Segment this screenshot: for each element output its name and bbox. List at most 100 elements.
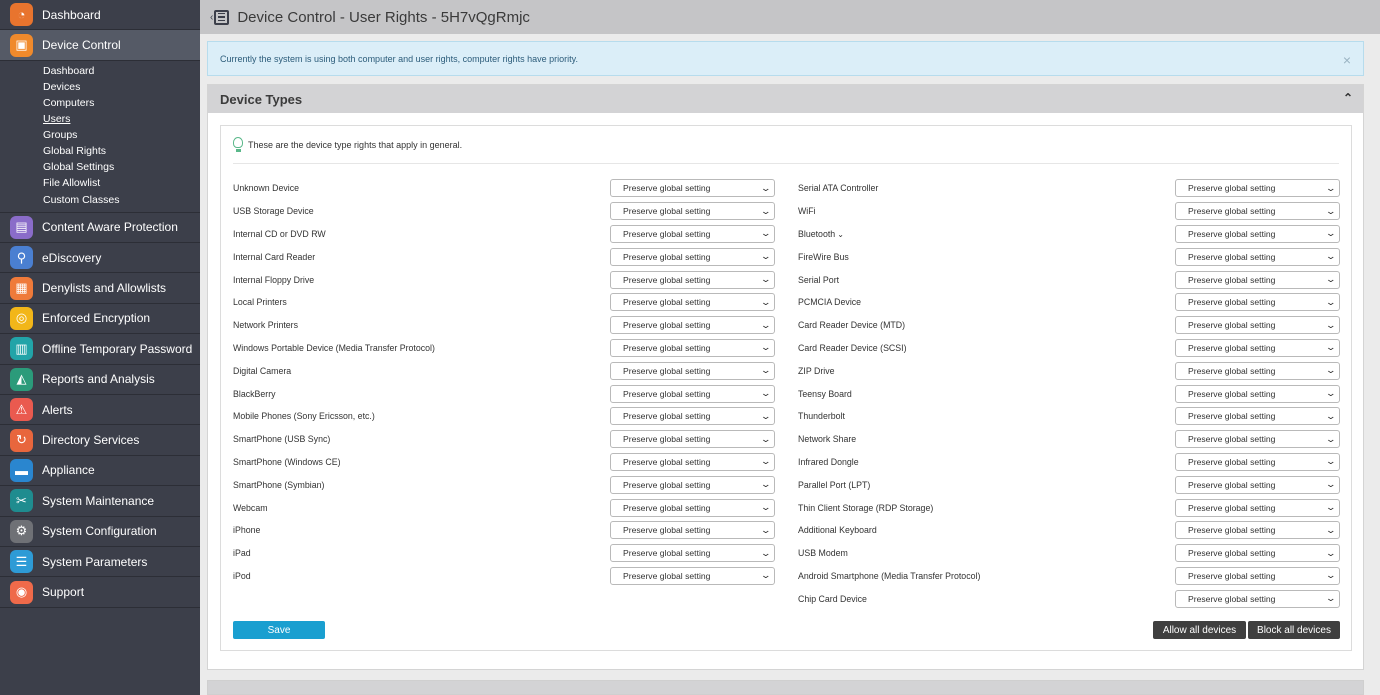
rights-select[interactable]: Preserve global setting ⌄ [610, 407, 775, 426]
rights-select[interactable]: Preserve global setting ⌄ [610, 566, 775, 585]
sidebar-item-device-control[interactable]: ▣ Device Control [0, 30, 200, 61]
chevron-down-icon: ⌄ [1325, 319, 1337, 330]
rights-select[interactable]: Preserve global setting ⌄ [1175, 202, 1340, 221]
rights-select[interactable]: Preserve global setting ⌄ [610, 179, 775, 198]
allow-all-devices-button[interactable]: Allow all devices [1153, 621, 1246, 639]
sidebar-item-denylists[interactable]: ▦ Denylists and Allowlists [0, 273, 200, 304]
device-control-submenu: Dashboard Devices Computers Users Groups Glob… [0, 61, 200, 213]
rights-select[interactable]: Preserve global setting ⌄ [610, 224, 775, 243]
submenu-item-custom-classes[interactable]: Custom Classes [0, 192, 200, 208]
rights-select[interactable]: Preserve global setting ⌄ [1175, 270, 1340, 289]
chevron-down-icon: ⌄ [1325, 433, 1337, 444]
rights-select[interactable]: Preserve global setting ⌄ [610, 247, 775, 266]
sidebar-collapse-button[interactable]: ‹ [210, 9, 230, 25]
rights-select[interactable]: Preserve global setting ⌄ [1175, 293, 1340, 312]
rights-select[interactable]: Preserve global setting ⌄ [1175, 247, 1340, 266]
configuration-icon: ⚙ [10, 519, 33, 543]
sidebar-item-content-aware[interactable]: ▤ Content Aware Protection [0, 213, 200, 244]
device-row: Chip Card Device Preserve global setting ⌄ [798, 587, 1340, 610]
rights-select[interactable]: Preserve global setting ⌄ [1175, 361, 1340, 380]
rights-select-value: Preserve global setting [1188, 525, 1276, 536]
encryption-icon: ◎ [10, 306, 33, 330]
rights-select[interactable]: Preserve global setting ⌄ [610, 498, 775, 517]
rights-select[interactable]: Preserve global setting ⌄ [1175, 407, 1340, 426]
collapse-up-icon[interactable]: ⌃ [1343, 91, 1353, 105]
device-row: Mobile Phones (Sony Ericsson, etc.) Prese… [233, 405, 775, 428]
device-row: Webcam Preserve global setting ⌄ [233, 496, 775, 519]
chevron-down-icon: ⌄ [760, 296, 772, 307]
rights-select[interactable]: Preserve global setting ⌄ [610, 293, 775, 312]
rights-select[interactable]: Preserve global setting ⌄ [610, 430, 775, 449]
device-label-text: Internal Card Reader [233, 251, 316, 262]
rights-select[interactable]: Preserve global setting ⌄ [1175, 521, 1340, 540]
panel-header[interactable]: Device Types ⌃ [208, 85, 1363, 113]
rights-select[interactable]: Preserve global setting ⌄ [1175, 589, 1340, 608]
sidebar-item-directory[interactable]: ↻ Directory Services [0, 425, 200, 456]
device-control-icon: ▣ [10, 33, 33, 57]
chevron-down-icon: ⌄ [1325, 296, 1337, 307]
sidebar-item-configuration[interactable]: ⚙ System Configuration [0, 517, 200, 547]
chevron-down-icon: ⌄ [760, 251, 772, 262]
rights-select[interactable]: Preserve global setting ⌄ [1175, 338, 1340, 357]
save-button[interactable]: Save [233, 621, 325, 639]
sidebar-item-otp[interactable]: ▥ Offline Temporary Password [0, 334, 200, 365]
submenu-item-groups[interactable]: Groups [0, 127, 200, 143]
sidebar-item-dashboard[interactable]: ◔ Dashboard [0, 0, 200, 31]
rights-select[interactable]: Preserve global setting ⌄ [1175, 498, 1340, 517]
rights-select[interactable]: Preserve global setting ⌄ [610, 452, 775, 471]
submenu-item-global-rights[interactable]: Global Rights [0, 143, 200, 159]
sidebar-item-reports[interactable]: ◭ Reports and Analysis [0, 365, 200, 395]
sidebar-item-encryption[interactable]: ◎ Enforced Encryption [0, 304, 200, 335]
device-label: PCMCIA Device [798, 297, 861, 307]
device-row: Card Reader Device (SCSI) Preserve global… [798, 337, 1340, 360]
rights-select[interactable]: Preserve global setting ⌄ [1175, 179, 1340, 198]
device-label-text: Android Smartphone (Media Transfer Proto… [798, 570, 981, 581]
submenu-item-devices[interactable]: Devices [0, 79, 200, 95]
rights-select[interactable]: Preserve global setting ⌄ [610, 316, 775, 335]
device-row: Infrared Dongle Preserve global setting ⌄ [798, 451, 1340, 474]
chevron-down-icon: ⌄ [1325, 342, 1337, 353]
menu-icon [214, 9, 230, 25]
device-label-text: BlackBerry [233, 388, 276, 399]
rights-select[interactable]: Preserve global setting ⌄ [1175, 544, 1340, 563]
sidebar-item-parameters[interactable]: ☰ System Parameters [0, 547, 200, 578]
rights-select-value: Preserve global setting [1188, 183, 1276, 194]
sidebar-item-maintenance[interactable]: ✂ System Maintenance [0, 486, 200, 517]
next-panel-header[interactable] [207, 680, 1364, 695]
submenu-item-users[interactable]: Users [0, 111, 200, 127]
rights-select[interactable]: Preserve global setting ⌄ [610, 544, 775, 563]
device-label: Internal Card Reader [233, 252, 315, 262]
rights-select[interactable]: Preserve global setting ⌄ [610, 361, 775, 380]
submenu-item-file-allowlist[interactable]: File Allowlist [0, 175, 200, 191]
device-label-text: Bluetooth [798, 228, 836, 239]
chevron-down-icon[interactable]: ⌄ [837, 230, 844, 239]
sidebar-item-appliance[interactable]: ▬ Appliance [0, 456, 200, 487]
sidebar-item-alerts[interactable]: ⚠ Alerts [0, 395, 200, 426]
rights-select[interactable]: Preserve global setting ⌄ [610, 384, 775, 403]
device-row: ZIP Drive Preserve global setting ⌄ [798, 359, 1340, 382]
chevron-down-icon: ⌄ [1325, 479, 1337, 490]
chevron-down-icon: ⌄ [760, 342, 772, 353]
rights-select[interactable]: Preserve global setting ⌄ [1175, 384, 1340, 403]
block-all-devices-button[interactable]: Block all devices [1248, 621, 1340, 639]
submenu-item-global-settings[interactable]: Global Settings [0, 159, 200, 175]
submenu-item-dashboard[interactable]: Dashboard [0, 63, 200, 79]
rights-select[interactable]: Preserve global setting ⌄ [1175, 475, 1340, 494]
rights-select[interactable]: Preserve global setting ⌄ [1175, 452, 1340, 471]
sidebar-item-ediscovery[interactable]: ⚲ eDiscovery [0, 243, 200, 274]
rights-select[interactable]: Preserve global setting ⌄ [1175, 430, 1340, 449]
submenu-item-computers[interactable]: Computers [0, 95, 200, 111]
device-row: iPod Preserve global setting ⌄ [233, 565, 775, 588]
device-row: PCMCIA Device Preserve global setting ⌄ [798, 291, 1340, 314]
rights-select[interactable]: Preserve global setting ⌄ [610, 338, 775, 357]
rights-select[interactable]: Preserve global setting ⌄ [610, 270, 775, 289]
rights-select[interactable]: Preserve global setting ⌄ [1175, 566, 1340, 585]
close-icon[interactable]: × [1343, 52, 1351, 68]
rights-select[interactable]: Preserve global setting ⌄ [1175, 224, 1340, 243]
rights-select[interactable]: Preserve global setting ⌄ [1175, 316, 1340, 335]
rights-select[interactable]: Preserve global setting ⌄ [610, 202, 775, 221]
rights-select[interactable]: Preserve global setting ⌄ [610, 475, 775, 494]
sidebar-item-support[interactable]: ◉ Support [0, 577, 200, 608]
rights-select[interactable]: Preserve global setting ⌄ [610, 521, 775, 540]
device-label: Parallel Port (LPT) [798, 480, 870, 490]
